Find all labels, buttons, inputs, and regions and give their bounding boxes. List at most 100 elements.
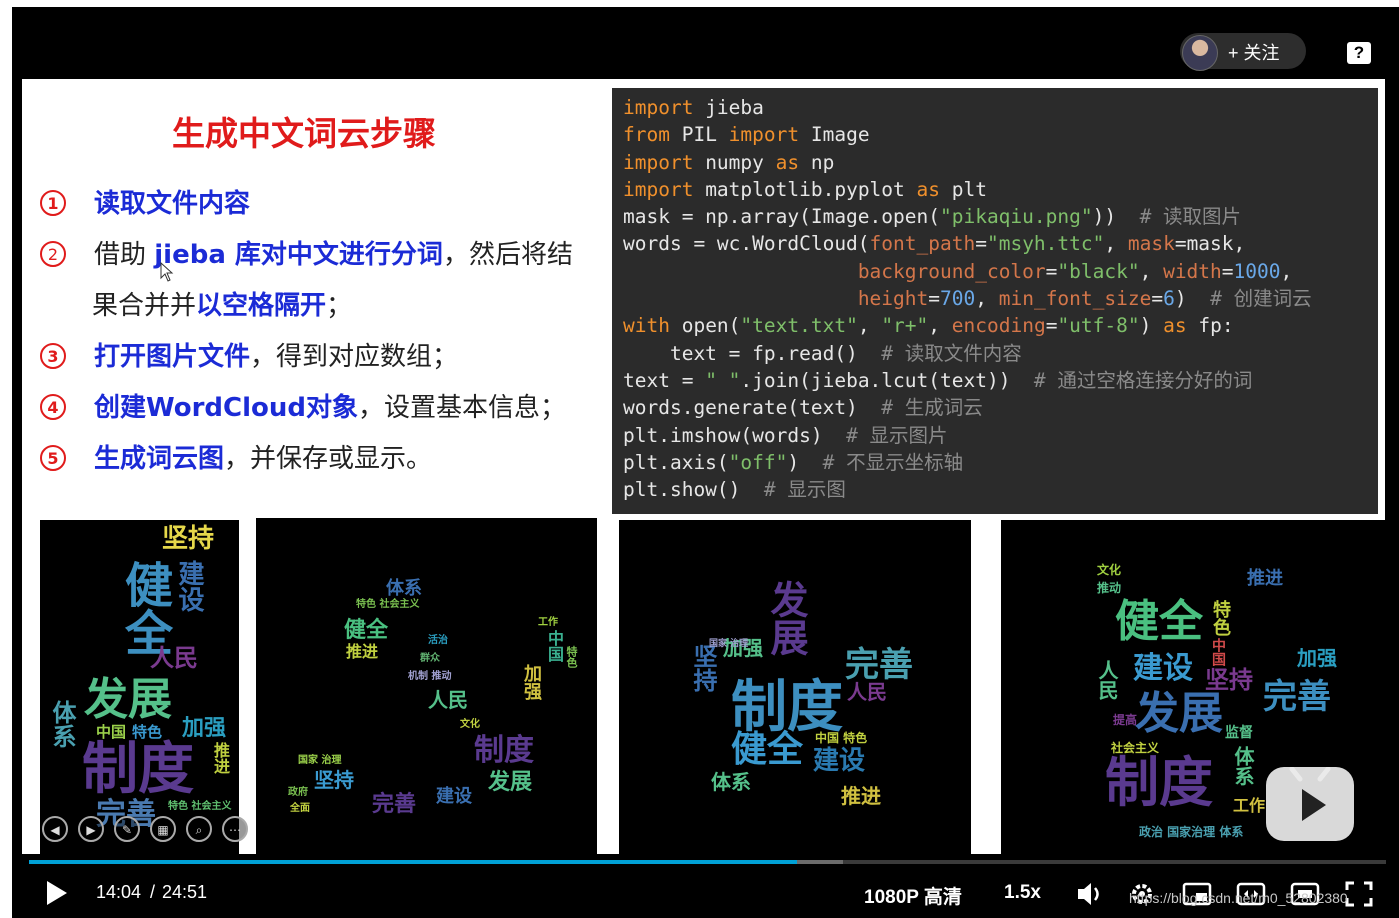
step-2: 2 借助 jieba 库对中文进行分词，然后将结	[40, 234, 573, 271]
progress-bar[interactable]	[29, 860, 1386, 864]
code-block: import jieba from PIL import Image impor…	[612, 88, 1378, 514]
step-text: ，然后将结	[442, 240, 573, 270]
slide-title: 生成中文词云步骤	[172, 114, 436, 153]
step-number: 4	[40, 394, 66, 420]
cloud-word: 推进	[1247, 568, 1283, 589]
step-text: ，得到对应数组；	[250, 342, 459, 372]
cloud-word: 体系	[1231, 746, 1255, 786]
cloud-word: 监督	[1225, 725, 1253, 741]
cloud-word: 特色	[565, 646, 578, 668]
mouse-cursor-icon	[160, 262, 174, 282]
cloud-word: 国家 治理	[709, 639, 749, 649]
cloud-word: 社会主义	[1111, 741, 1160, 755]
cloud-word: 工作	[1233, 796, 1266, 815]
slide-play-icon: ▶	[78, 816, 104, 842]
player-top-bar: + 关注 ?	[12, 7, 1399, 79]
slide-more-icon: ⋯	[222, 816, 248, 842]
step-text: 果合并并	[92, 291, 197, 321]
cloud-word: 健全	[344, 618, 389, 643]
word-cloud-image-1: 坚持 建设 健全 人民 发展 中国 特色 加强 体系 制度 完善 推进 特色 社…	[40, 520, 239, 854]
cloud-word: 群众	[420, 653, 440, 664]
cloud-word: 国家 治理	[298, 755, 342, 766]
quality-selector[interactable]: 1080P 高清	[864, 882, 962, 909]
step-keyword: 以空格隔开	[196, 291, 327, 321]
step-4: 4 创建WordCloud对象，设置基本信息；	[40, 387, 566, 424]
cloud-word: 发展	[84, 674, 172, 725]
cloud-word: 中国	[545, 630, 564, 662]
cloud-word: 人民	[847, 680, 887, 704]
cloud-word: 健全	[1115, 596, 1203, 647]
cloud-word: 提高	[1113, 713, 1138, 727]
cloud-word: 完善	[845, 645, 913, 685]
step-text: ，并保存或显示。	[224, 444, 433, 474]
code-text: import jieba from PIL import Image impor…	[623, 96, 1312, 502]
cloud-word: 体系	[711, 770, 751, 794]
word-cloud-image-2: 体系 特色 社会主义 健全 推进 活治 群众 人民 机制 推动 加强 中国 特色…	[256, 518, 597, 854]
cloud-word: 制度	[82, 737, 194, 802]
cloud-word: 坚持	[689, 644, 717, 692]
cloud-word: 推动	[1097, 581, 1122, 595]
cloud-word: 制度	[1105, 751, 1213, 814]
cloud-word: 发展	[1135, 688, 1223, 739]
speed-selector[interactable]: 1.5x	[1004, 882, 1041, 904]
cloud-word: 特色 社会主义	[356, 599, 420, 610]
cloud-word: 发展	[764, 580, 808, 656]
step-keyword: 创建WordCloud对象	[94, 393, 359, 423]
time-separator: /	[150, 882, 156, 902]
step-5: 5 生成词云图，并保存或显示。	[40, 438, 432, 475]
cloud-word: 制度	[731, 675, 843, 740]
step-number: 3	[40, 343, 66, 369]
cloud-word: 坚持	[162, 524, 215, 554]
step-keyword: 读取文件内容	[94, 189, 251, 219]
step-keyword: jieba 库对中文进行分词	[154, 240, 443, 270]
progress-played	[29, 860, 798, 864]
cloud-word: 政府	[288, 787, 308, 798]
cloud-word: 制度	[474, 733, 534, 768]
video-player[interactable]: + 关注 ? 生成中文词云步骤 1 读取文件内容 2 借助 jieba 库对中文进行…	[12, 7, 1399, 918]
cloud-word: 工作	[538, 617, 558, 628]
help-icon[interactable]: ?	[1347, 42, 1371, 64]
fullscreen-icon[interactable]	[1344, 880, 1374, 908]
cloud-word: 特色 社会主义	[168, 801, 232, 812]
cloud-word: 体系	[48, 700, 76, 748]
blog-watermark: https://blog.csdn.net/m0_52802380	[1129, 890, 1348, 906]
play-icon	[1289, 766, 1331, 821]
cloud-word: 文化	[1097, 563, 1122, 577]
cloud-word: 建设	[174, 560, 204, 612]
slide-grid-icon: ▦	[150, 816, 176, 842]
step-2-continued: 果合并并以空格隔开；	[92, 285, 352, 322]
step-1: 1 读取文件内容	[40, 183, 250, 220]
cloud-word: 文化	[460, 719, 480, 730]
word-cloud-image-3: 发展 加强 坚持 完善 制度 人民 健全 建设 体系 推进 中国 特色 国家 治…	[619, 520, 971, 854]
cloud-word: 加强	[521, 664, 542, 700]
video-frame-slide: 生成中文词云步骤 1 读取文件内容 2 借助 jieba 库对中文进行分词，然后将结…	[22, 79, 1385, 854]
step-keyword: 生成词云图	[94, 444, 225, 474]
cloud-word: 全面	[290, 803, 310, 814]
bilibili-play-button[interactable]	[1266, 766, 1354, 841]
cloud-word: 推进	[841, 784, 881, 808]
volume-icon[interactable]	[1076, 881, 1104, 907]
cloud-word: 人民	[1095, 660, 1119, 700]
cloud-word: 坚持	[314, 768, 354, 792]
cloud-word: 特色	[1210, 600, 1231, 636]
cloud-word: 推进	[211, 742, 230, 774]
cloud-word: 政治 国家治理 体系	[1139, 825, 1244, 839]
follow-button-label[interactable]: + 关注	[1228, 39, 1280, 65]
cloud-word: 人民	[150, 644, 198, 672]
step-3: 3 打开图片文件，得到对应数组；	[40, 336, 458, 373]
cloud-word: 推进	[346, 642, 379, 661]
cloud-word: 完善	[1263, 677, 1331, 717]
step-keyword: 打开图片文件	[94, 342, 251, 372]
cloud-word: 健全	[731, 729, 804, 770]
uploader-avatar[interactable]	[1182, 35, 1218, 71]
cloud-word: 建设	[813, 746, 866, 776]
cloud-word: 加强	[1297, 646, 1337, 670]
slide-zoom-icon: ⌕	[186, 816, 212, 842]
cloud-word: 机制 推动	[408, 671, 452, 682]
cloud-word: 发展	[488, 770, 533, 795]
duration: 24:51	[162, 882, 208, 902]
cloud-word: 中国	[1210, 638, 1226, 666]
step-number: 2	[40, 241, 66, 267]
cloud-word: 完善	[372, 792, 417, 817]
play-button-icon[interactable]	[44, 879, 70, 907]
